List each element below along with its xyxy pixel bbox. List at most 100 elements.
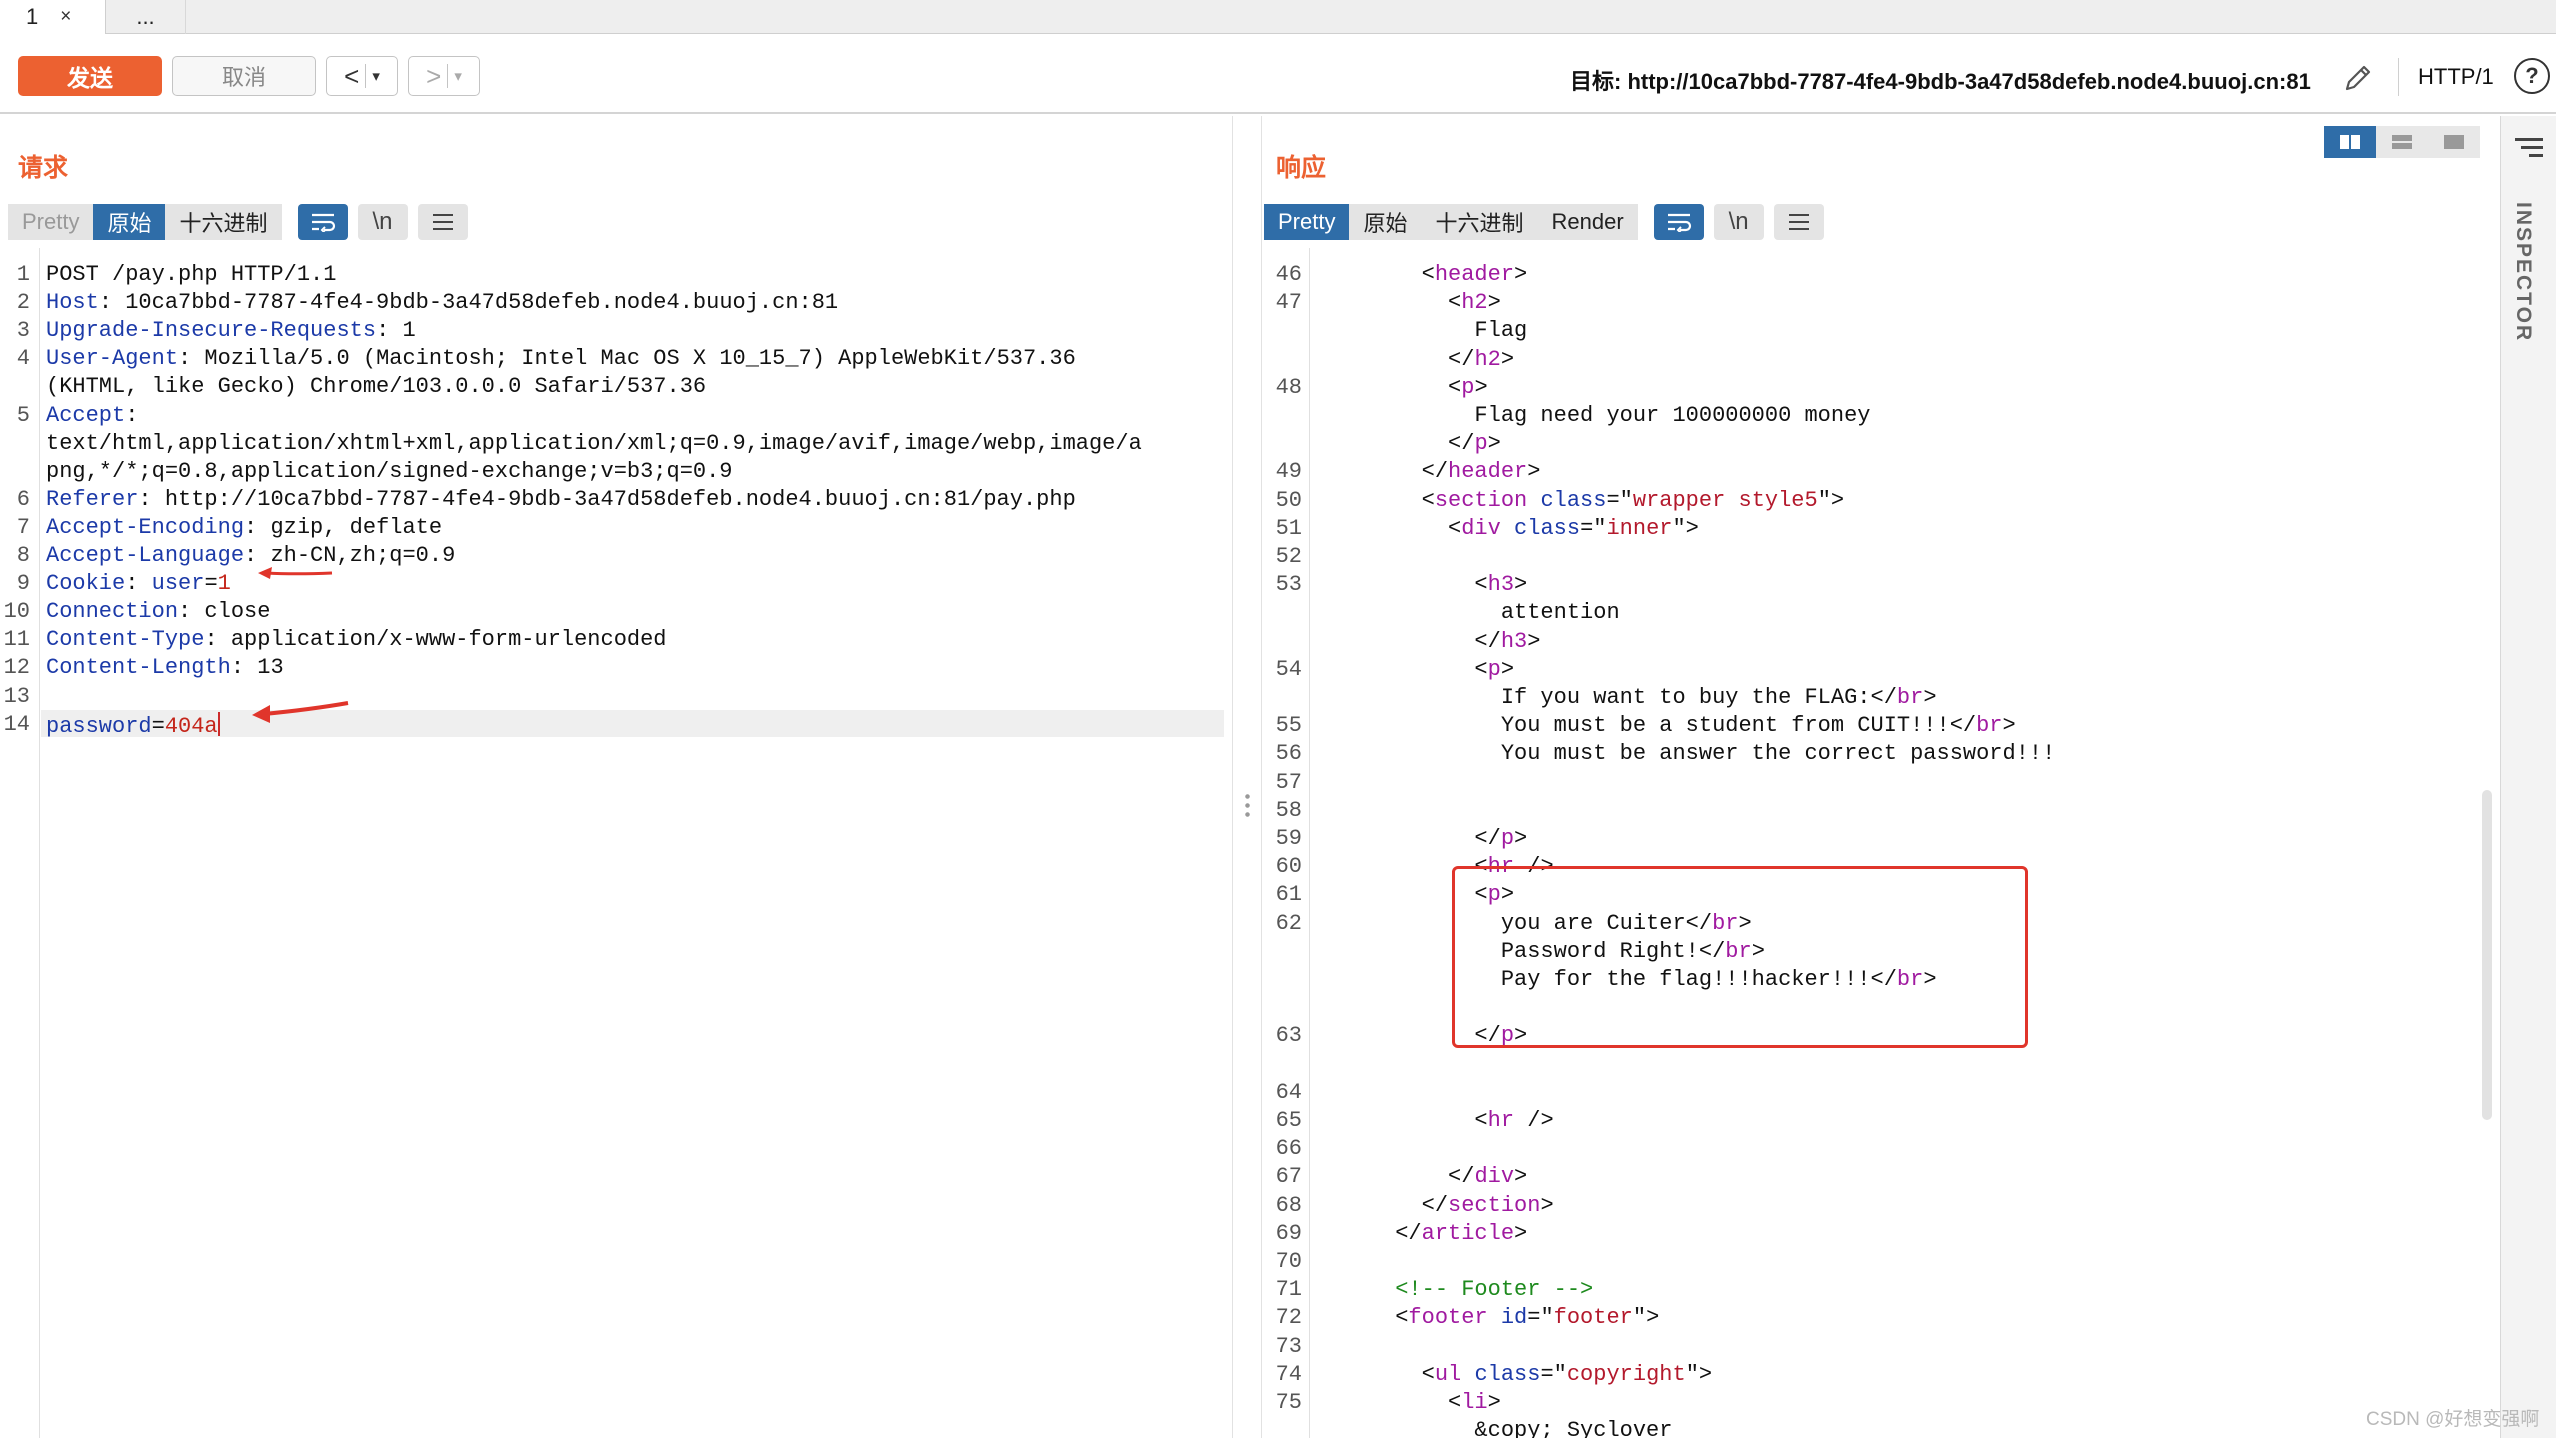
line-number: 69 (1275, 1220, 1302, 1246)
tab-pretty[interactable]: Pretty (8, 204, 94, 240)
code-token: Referer (46, 486, 139, 512)
tabbed-layout-icon[interactable] (2428, 126, 2480, 158)
menu-icon[interactable] (2515, 138, 2543, 162)
divider (365, 64, 367, 88)
code-token: section (1448, 1192, 1541, 1218)
code-token: User-Agent (46, 346, 179, 372)
tab-hex[interactable]: 十六进制 (1421, 204, 1538, 240)
menu-icon[interactable] (417, 204, 468, 240)
code-line: Cookie: user=1 (46, 571, 231, 596)
line-number: 2 (16, 290, 30, 316)
stacked-layout-icon[interactable] (2376, 126, 2428, 158)
code-token: ul (1434, 1361, 1462, 1387)
code-token: You must be a student from CUIT!!!</ (1316, 713, 1977, 739)
pencil-icon[interactable] (2340, 60, 2376, 96)
line-number: 13 (3, 683, 30, 709)
menu-icon[interactable] (1773, 204, 1824, 240)
code-line: password=404a (46, 711, 220, 739)
code-token: </ (1316, 1164, 1475, 1190)
line-number: 50 (1275, 487, 1302, 513)
code-token: > (1514, 572, 1528, 598)
back-button[interactable]: < ▾ (326, 56, 398, 96)
code-token: footer (1408, 1305, 1488, 1331)
tab-pretty[interactable]: Pretty (1264, 204, 1350, 240)
line-number: 48 (1275, 374, 1302, 400)
code-line: text/html,application/xhtml+xml,applicat… (46, 431, 1142, 456)
send-button[interactable]: 发送 (18, 56, 162, 96)
tab-raw[interactable]: 原始 (1349, 204, 1422, 240)
newline-toggle[interactable]: \n (357, 204, 408, 240)
code-line: <div class="inner"> (1316, 516, 1699, 541)
pane-splitter[interactable] (1232, 116, 1262, 1438)
code-token: > (1487, 290, 1501, 316)
line-number: 8 (16, 543, 30, 568)
toolbar: 发送 取消 < ▾ > ▾ 目标: http://10ca7bbd-7787-4… (0, 34, 2556, 114)
code-token: =" (1540, 1361, 1567, 1387)
drag-handle-icon[interactable] (1245, 792, 1250, 818)
inspector-panel[interactable]: INSPECTOR (2500, 116, 2556, 1438)
code-line: <hr /> (1316, 1108, 1553, 1133)
tab-hex[interactable]: 十六进制 (165, 204, 282, 240)
line-number: 9 (16, 571, 30, 597)
http-version-toggle[interactable]: HTTP/1 (2418, 64, 2494, 90)
line-number: 61 (1275, 882, 1302, 908)
line-number: 56 (1275, 741, 1302, 767)
tab-strip: 1 × ... (0, 0, 2556, 34)
line-number: 62 (1275, 910, 1302, 936)
newline-toggle[interactable]: \n (1713, 204, 1764, 240)
request-editor[interactable]: 1 POST /pay.php HTTP/1.1 2 Host: 10ca7bbd-7… (0, 248, 1232, 1438)
tab-raw[interactable]: 原始 (93, 204, 166, 240)
line-number: 57 (1275, 769, 1302, 795)
code-token: </ (1316, 431, 1475, 457)
response-scrollbar[interactable] (2482, 790, 2492, 1120)
tab-render[interactable]: Render (1537, 204, 1638, 240)
code-token: header (1434, 262, 1515, 287)
close-icon[interactable]: × (60, 6, 71, 28)
code-line: png,*/*;q=0.8,application/signed-exchang… (46, 459, 733, 484)
line-number: 60 (1275, 854, 1302, 880)
response-title: 响应 (1276, 154, 1327, 182)
line-number: 65 (1275, 1108, 1302, 1133)
tab-new[interactable]: ... (106, 0, 186, 34)
code-token: class (1540, 487, 1607, 513)
code-token: p (1487, 656, 1501, 682)
code-token: hr (1487, 1108, 1515, 1133)
word-wrap-icon[interactable] (1653, 204, 1704, 240)
forward-button[interactable]: > ▾ (408, 56, 480, 96)
code-token: &copy; Syclover (1316, 1418, 1673, 1438)
help-icon[interactable]: ? (2514, 58, 2550, 94)
code-token: h3 (1487, 572, 1515, 598)
side-by-side-layout-icon[interactable] (2324, 126, 2376, 158)
code-token: : Mozilla/5.0 (Macintosh; Intel Mac OS X… (178, 346, 1076, 372)
code-token: 1 (217, 571, 231, 597)
code-line: </header> (1316, 459, 1541, 485)
code-token: br (1976, 713, 2003, 739)
code-token: Accept (46, 402, 126, 428)
code-token: : gzip, deflate (244, 514, 443, 540)
code-line: </h3> (1316, 629, 1540, 654)
code-line: (KHTML, like Gecko) Chrome/103.0.0.0 Saf… (46, 374, 706, 399)
code-token: h2 (1461, 290, 1488, 316)
chevron-down-icon[interactable]: ▾ (454, 67, 462, 85)
code-token: : http://10ca7bbd-7787-4fe4-9bdb-3a47d58… (138, 486, 1076, 512)
code-token: password (46, 713, 152, 739)
code-line: Content-Length: 13 (46, 655, 284, 680)
code-token: You must be answer the correct password!… (1316, 741, 2056, 767)
word-wrap-icon[interactable] (297, 204, 348, 240)
chevron-down-icon[interactable]: ▾ (372, 67, 380, 85)
annotation-highlight-box (1452, 866, 2028, 1048)
response-editor[interactable]: 46 <header> 47 <h2> Flag </h2> 48 <p> Flag… (1262, 248, 2498, 1438)
cancel-button[interactable]: 取消 (172, 56, 316, 96)
code-token: If you want to buy the FLAG:</ (1316, 685, 1897, 710)
inspector-label[interactable]: INSPECTOR (2511, 202, 2535, 342)
code-token: < (1316, 1305, 1409, 1331)
code-token: > (1527, 459, 1541, 485)
line-number: 68 (1275, 1192, 1302, 1218)
line-number: 14 (3, 711, 30, 737)
line-number: 11 (3, 627, 30, 653)
watermark: CSDN @好想变强啊 (2366, 1409, 2540, 1430)
text-caret (217, 711, 220, 736)
tab-request-1[interactable]: 1 × (0, 0, 106, 34)
